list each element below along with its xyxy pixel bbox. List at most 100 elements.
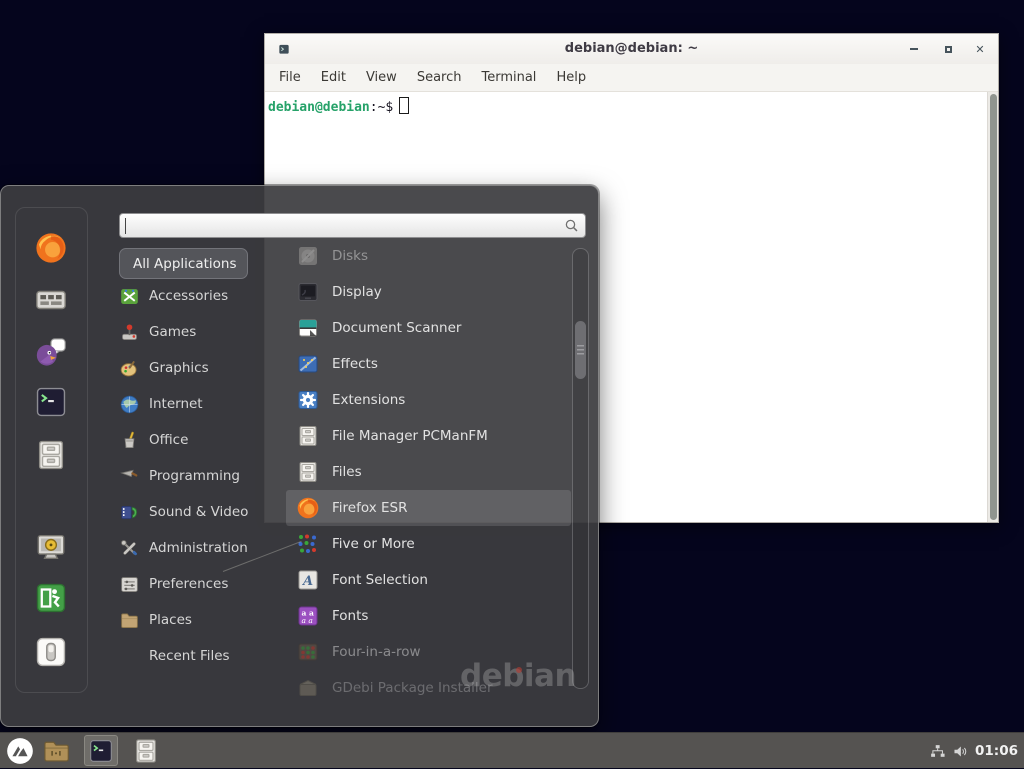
network-icon[interactable] — [929, 743, 946, 760]
terminal-shortcut-icon[interactable] — [34, 385, 68, 419]
extensions-icon — [296, 388, 320, 412]
app-item-five-or-more[interactable]: Five or More — [286, 526, 571, 562]
app-item-file-manager-pcmanfm[interactable]: File Manager PCManFM — [286, 418, 571, 454]
terminal-menu-terminal[interactable]: Terminal — [471, 66, 546, 89]
terminal-titlebar[interactable]: debian@debian: ~ ✕ — [265, 34, 998, 65]
terminal-scrollbar-thumb[interactable] — [990, 94, 997, 520]
search-icon — [563, 217, 581, 235]
firefox-shortcut-icon[interactable] — [34, 231, 68, 265]
app-item-label: Display — [332, 284, 382, 300]
app-item-document-scanner[interactable]: Document Scanner — [286, 310, 571, 346]
terminal-scrollbar[interactable] — [987, 92, 998, 522]
disks-icon — [296, 244, 320, 268]
svg-text:A: A — [301, 574, 313, 589]
games-icon — [119, 322, 140, 343]
fonts-icon: a aa a — [296, 604, 320, 628]
all-applications-button[interactable]: All Applications — [119, 248, 248, 279]
sound-video-icon — [119, 502, 140, 523]
maximize-icon[interactable] — [938, 34, 958, 64]
category-label: Administration — [149, 540, 248, 556]
terminal-title: debian@debian: ~ — [265, 34, 998, 64]
terminal-menubar: FileEditViewSearchTerminalHelp — [265, 64, 998, 92]
minimize-icon[interactable] — [904, 34, 924, 64]
font-selection-icon: A — [296, 568, 320, 592]
app-item-label: File Manager PCManFM — [332, 428, 488, 444]
category-graphics[interactable]: Graphics — [119, 350, 283, 386]
category-label: Programming — [149, 468, 240, 484]
watermark-red-dot — [516, 667, 522, 673]
category-administration[interactable]: Administration — [119, 530, 283, 566]
file-cabinet-icon — [296, 424, 320, 448]
terminal-cursor — [399, 97, 409, 114]
text-caret — [125, 218, 126, 234]
pidgin-shortcut-icon[interactable] — [34, 334, 68, 368]
category-list: Accessories Games Graphics Internet Office Pr… — [119, 278, 283, 674]
app-item-effects[interactable]: Effects — [286, 346, 571, 382]
app-item-files[interactable]: Files — [286, 454, 571, 490]
category-label: Graphics — [149, 360, 209, 376]
volume-icon[interactable] — [952, 743, 969, 760]
menu-button[interactable] — [6, 737, 34, 765]
application-menu: All Applications Accessories Games Graphic… — [0, 185, 599, 727]
category-label: Sound & Video — [149, 504, 248, 520]
app-item-extensions[interactable]: Extensions — [286, 382, 571, 418]
app-item-fonts[interactable]: a aa aFonts — [286, 598, 571, 634]
effects-icon — [296, 352, 320, 376]
category-label: Internet — [149, 396, 203, 412]
category-programming[interactable]: Programming — [119, 458, 283, 494]
four-in-a-row-icon — [296, 640, 320, 664]
category-internet[interactable]: Internet — [119, 386, 283, 422]
category-recent-files[interactable]: Recent Files — [119, 638, 283, 674]
close-icon[interactable]: ✕ — [970, 34, 990, 64]
category-places[interactable]: Places — [119, 602, 283, 638]
logout-icon[interactable] — [34, 581, 68, 615]
app-item-display[interactable]: Display — [286, 274, 571, 310]
system-tray: 01:06 — [929, 733, 1024, 769]
keyboard-shortcut-icon[interactable] — [34, 283, 68, 317]
app-item-label: Disks — [332, 248, 368, 264]
category-label: Accessories — [149, 288, 228, 304]
category-sound-video[interactable]: Sound & Video — [119, 494, 283, 530]
terminal-menu-file[interactable]: File — [269, 66, 311, 89]
category-accessories[interactable]: Accessories — [119, 278, 283, 314]
graphics-icon — [119, 358, 140, 379]
app-item-disks[interactable]: Disks — [286, 244, 571, 274]
display-icon — [296, 280, 320, 304]
category-label: Office — [149, 432, 188, 448]
terminal-menu-view[interactable]: View — [356, 66, 407, 89]
terminal-menu-help[interactable]: Help — [546, 66, 596, 89]
app-item-label: Document Scanner — [332, 320, 461, 336]
preferences-icon — [119, 574, 140, 595]
office-icon — [119, 430, 140, 451]
menu-scrollbar[interactable] — [572, 248, 589, 689]
category-preferences[interactable]: Preferences — [119, 566, 283, 602]
terminal-menu-edit[interactable]: Edit — [311, 66, 356, 89]
lock-screen-icon[interactable] — [34, 530, 68, 564]
category-label: Places — [149, 612, 192, 628]
menu-scrollbar-thumb[interactable] — [575, 321, 586, 379]
wallpaper-watermark: debian — [460, 658, 576, 694]
terminal-task[interactable] — [84, 735, 118, 766]
file-cabinet-shortcut-icon[interactable] — [34, 438, 68, 472]
category-label: Preferences — [149, 576, 228, 592]
category-office[interactable]: Office — [119, 422, 283, 458]
search-input[interactable] — [119, 213, 586, 238]
app-item-firefox-esr[interactable]: Firefox ESR — [286, 490, 571, 526]
files-task[interactable] — [132, 737, 160, 765]
document-scanner-icon — [296, 316, 320, 340]
clock[interactable]: 01:06 — [975, 743, 1018, 759]
accessories-icon — [119, 286, 140, 307]
app-item-label: Extensions — [332, 392, 405, 408]
app-item-label: Four-in-a-row — [332, 644, 421, 660]
category-games[interactable]: Games — [119, 314, 283, 350]
app-item-label: Five or More — [332, 536, 415, 552]
app-item-label: Files — [332, 464, 362, 480]
file-manager-launcher[interactable] — [42, 737, 70, 765]
category-label: Recent Files — [149, 648, 230, 664]
five-or-more-icon — [296, 532, 320, 556]
app-item-font-selection[interactable]: AFont Selection — [286, 562, 571, 598]
shutdown-icon[interactable] — [34, 635, 68, 669]
terminal-menu-search[interactable]: Search — [407, 66, 472, 89]
programming-icon — [119, 466, 140, 487]
places-icon — [119, 610, 140, 631]
